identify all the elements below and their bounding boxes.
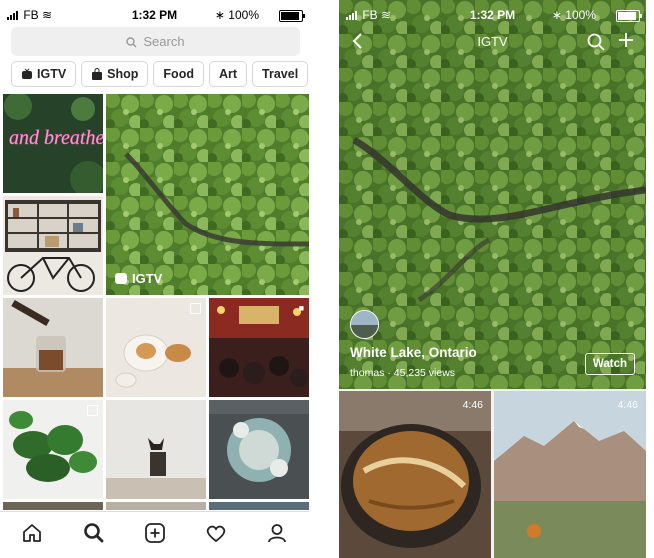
igtv-tile-label: IGTV	[115, 271, 162, 286]
chip-label: IGTV	[37, 67, 67, 81]
video-icon: ■	[298, 303, 304, 313]
grid-tile-shelf[interactable]	[3, 196, 103, 295]
video-duration: 4:46	[462, 399, 483, 411]
bread-image	[339, 391, 491, 558]
grid-tile-peek-2[interactable]	[106, 502, 206, 510]
coffee-image	[3, 298, 103, 397]
grid-tile-peek-3[interactable]	[209, 502, 309, 510]
shopping-bag-icon	[92, 68, 103, 80]
search-placeholder: Search	[143, 34, 185, 49]
grid-tile-coffee[interactable]	[3, 298, 103, 397]
battery-icon	[616, 10, 642, 22]
video-thumb-bread[interactable]: 4:46	[339, 391, 491, 558]
igtv-icon	[115, 273, 127, 284]
status-time: 1:32 PM	[469, 8, 516, 22]
status-bar: FB ≋ 1:32 PM ∗ 100%	[339, 6, 646, 24]
battery-percent: ∗ 100%	[215, 8, 259, 22]
avatar[interactable]	[350, 310, 379, 339]
grid-tile-peek-1[interactable]	[3, 502, 103, 510]
search-icon	[126, 37, 137, 48]
grid-tile-dog[interactable]	[106, 400, 206, 499]
search-icon[interactable]	[83, 522, 105, 549]
video-meta: thomas · 45,235 views	[350, 367, 456, 379]
chip-shop[interactable]: Shop	[81, 61, 149, 87]
neon-text: and breathe	[9, 127, 103, 149]
chip-travel[interactable]: Travel	[252, 61, 309, 87]
igtv-label: IGTV	[132, 271, 163, 286]
explore-screen: FB ≋ 1:32 PM ∗ 100% Search IGTV Shop Food A…	[0, 0, 309, 558]
video-thumb-mountain[interactable]: 4:46	[494, 391, 646, 558]
bluetooth-icon: ∗	[551, 8, 562, 22]
bluetooth-icon: ∗	[214, 8, 225, 22]
igtv-screen: FB ≋ 1:32 PM ∗ 100% IGTV White Lake, Ont…	[339, 0, 646, 558]
avatar-image	[351, 311, 378, 338]
market-image	[209, 298, 309, 397]
search-icon[interactable]	[586, 32, 606, 57]
dog-image	[106, 400, 206, 499]
mountain-image	[494, 391, 646, 558]
home-icon[interactable]	[21, 522, 43, 549]
chip-food[interactable]: Food	[153, 61, 204, 87]
forest-image	[106, 94, 309, 295]
interior-image	[209, 400, 309, 499]
topic-chips: IGTVShopFoodArtTravelAr	[11, 61, 309, 87]
grid-tile-neon[interactable]: and breathe	[3, 94, 103, 193]
chip-label: Shop	[107, 67, 139, 81]
grid-tile-market[interactable]: ■	[209, 298, 309, 397]
search-input[interactable]: Search	[11, 27, 300, 56]
battery-icon	[279, 10, 305, 22]
chip-igtv[interactable]: IGTV	[11, 61, 77, 87]
add-post-icon[interactable]	[144, 522, 166, 549]
multi-post-icon	[190, 303, 201, 314]
add-icon[interactable]	[618, 32, 634, 53]
multi-post-icon	[87, 405, 98, 416]
grid-tile-pastry[interactable]	[106, 298, 206, 397]
battery-label: 100%	[228, 8, 259, 22]
grid-tile-interior[interactable]	[209, 400, 309, 499]
heart-icon[interactable]	[205, 522, 227, 549]
profile-icon[interactable]	[266, 522, 288, 549]
neon-sign-image: and breathe	[3, 94, 103, 193]
chip-art[interactable]: Art	[208, 61, 248, 87]
igtv-hero-video[interactable]: FB ≋ 1:32 PM ∗ 100% IGTV White Lake, Ont…	[339, 0, 646, 389]
grid-tile-plant[interactable]	[3, 400, 103, 499]
forest-hero-image	[339, 0, 646, 389]
igtv-icon	[22, 68, 32, 79]
video-duration: 4:46	[617, 399, 638, 411]
grid-tile-igtv-forest[interactable]: IGTV	[106, 94, 309, 295]
video-title[interactable]: White Lake, Ontario	[350, 345, 477, 360]
battery-label: 100%	[565, 8, 596, 22]
explore-grid: and breathe IGTV ■	[3, 94, 309, 510]
watch-button[interactable]: Watch	[584, 353, 635, 375]
battery-percent: ∗ 100%	[552, 8, 596, 22]
shelf-image	[3, 196, 103, 295]
status-time: 1:32 PM	[131, 8, 178, 22]
status-bar: FB ≋ 1:32 PM ∗ 100%	[0, 6, 309, 24]
bottom-nav	[0, 511, 309, 558]
